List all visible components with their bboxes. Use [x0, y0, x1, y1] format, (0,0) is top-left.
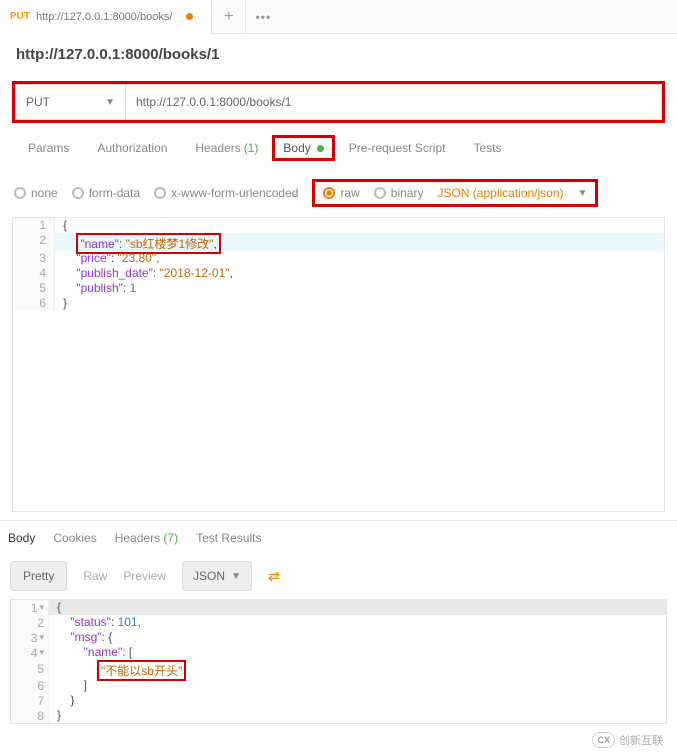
body-formdata-radio[interactable]: form-data: [72, 186, 140, 200]
body-xform-radio[interactable]: x-www-form-urlencoded: [154, 186, 298, 200]
body-active-group: raw binary JSON (application/json) ▼: [312, 179, 598, 207]
code-line: "不能以sb开头": [49, 660, 666, 678]
pretty-button[interactable]: Pretty: [10, 561, 67, 591]
body-raw-radio[interactable]: raw: [323, 186, 359, 200]
radio-icon: [374, 187, 386, 199]
tab-method-label: PUT: [10, 11, 30, 22]
tab-headers[interactable]: Headers (1): [181, 131, 272, 165]
resp-headers-count: (7): [163, 531, 178, 545]
brand-watermark: CX 创新互联: [592, 732, 663, 748]
brand-label: 创新互联: [619, 732, 663, 748]
code-line: ]: [49, 678, 666, 693]
response-tabs: Body Cookies Headers (7) Test Results: [0, 520, 677, 555]
tab-prerequest[interactable]: Pre-request Script: [335, 131, 460, 165]
code-line: "price": "23.80",: [55, 251, 664, 266]
format-select[interactable]: JSON▼: [182, 561, 252, 591]
body-type-row: none form-data x-www-form-urlencoded raw…: [0, 173, 677, 213]
chevron-down-icon: ▼: [231, 571, 241, 582]
preview-button[interactable]: Preview: [123, 569, 166, 583]
tab-body-active[interactable]: Body: [272, 135, 334, 161]
body-none-radio[interactable]: none: [14, 186, 58, 200]
response-view-row: Pretty Raw Preview JSON▼ ⇄: [0, 555, 677, 597]
code-line: {: [49, 600, 666, 615]
wrap-icon[interactable]: ⇄: [268, 568, 280, 585]
tab-overflow-button[interactable]: •••: [246, 0, 280, 34]
tab-body-label: Body: [283, 141, 310, 155]
radio-icon: [154, 187, 166, 199]
request-title: http://127.0.0.1:8000/books/1: [0, 34, 677, 75]
radio-icon: [14, 187, 26, 199]
chevron-down-icon: ▼: [105, 97, 115, 108]
radio-selected-icon: [323, 187, 335, 199]
resp-tab-body[interactable]: Body: [8, 531, 35, 545]
request-tab[interactable]: PUT http://127.0.0.1:8000/books/: [0, 0, 212, 34]
code-line: "name": [: [49, 645, 666, 660]
resp-tab-cookies[interactable]: Cookies: [53, 531, 96, 545]
unsaved-dot-icon: [186, 13, 193, 20]
response-body-editor[interactable]: 1▾{ 2 "status": 101, 3▾ "msg": { 4▾ "nam…: [10, 599, 667, 724]
code-line: "name": "sb红楼梦1修改",: [55, 233, 664, 251]
brand-icon: CX: [592, 732, 615, 748]
new-tab-button[interactable]: +: [212, 0, 246, 34]
request-subtabs: Params Authorization Headers (1) Body Pr…: [0, 123, 677, 173]
code-line: }: [49, 708, 666, 723]
code-line: "status": 101,: [49, 615, 666, 630]
body-active-dot-icon: [317, 145, 324, 152]
resp-tab-results[interactable]: Test Results: [196, 531, 261, 545]
tab-tests[interactable]: Tests: [459, 131, 515, 165]
footer: CX 创新互联: [0, 724, 677, 754]
radio-icon: [72, 187, 84, 199]
code-line: {: [55, 218, 664, 233]
code-line: }: [55, 296, 664, 311]
code-line: "msg": {: [49, 630, 666, 645]
code-line: "publish": 1: [55, 281, 664, 296]
url-input[interactable]: http://127.0.0.1:8000/books/1: [125, 84, 662, 120]
headers-count: (1): [244, 141, 259, 155]
content-type-select[interactable]: JSON (application/json): [437, 186, 563, 200]
url-value: http://127.0.0.1:8000/books/1: [136, 95, 291, 109]
method-select[interactable]: PUT ▼: [15, 84, 125, 120]
raw-button[interactable]: Raw: [83, 569, 107, 583]
tab-headers-label: Headers: [195, 141, 240, 155]
request-body-editor[interactable]: 1{ 2 "name": "sb红楼梦1修改", 3 "price": "23.…: [12, 217, 665, 512]
chevron-down-icon[interactable]: ▼: [578, 188, 588, 199]
method-value: PUT: [26, 95, 50, 109]
body-binary-radio[interactable]: binary: [374, 186, 424, 200]
code-line: "publish_date": "2018-12-01",: [55, 266, 664, 281]
tab-url-label: http://127.0.0.1:8000/books/: [36, 11, 172, 23]
tab-authorization[interactable]: Authorization: [83, 131, 181, 165]
top-tabs-bar: PUT http://127.0.0.1:8000/books/ + •••: [0, 0, 677, 34]
resp-tab-headers[interactable]: Headers (7): [115, 531, 178, 545]
request-line: PUT ▼ http://127.0.0.1:8000/books/1: [12, 81, 665, 123]
tab-params[interactable]: Params: [14, 131, 83, 165]
code-line: }: [49, 693, 666, 708]
